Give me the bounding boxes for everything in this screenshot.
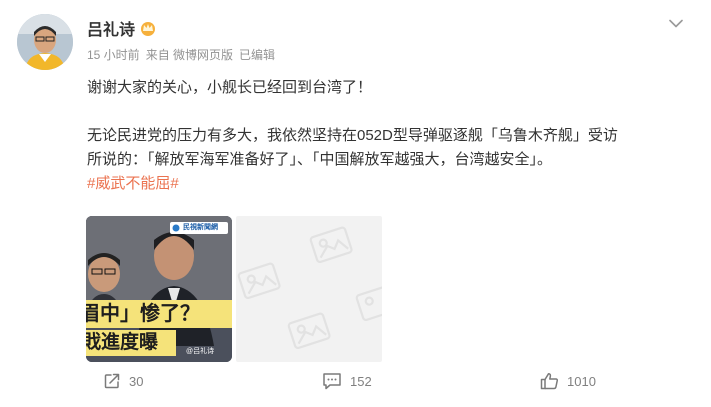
post-content: 谢谢大家的关心，小舰长已经回到台湾了！ 无论民进党的压力有多大，我依然坚持在05… xyxy=(87,76,687,196)
post-source: 来自 微博网页版 xyxy=(145,48,234,62)
image-watermark: @吕礼诗 xyxy=(186,348,215,355)
comment-count: 152 xyxy=(350,373,372,389)
caption-line-1: 眉中」惨了？ xyxy=(86,303,200,325)
avatar-image xyxy=(17,14,73,70)
topic-link[interactable]: #威武不能屈# xyxy=(87,175,179,192)
crown-badge-icon[interactable] xyxy=(139,19,157,37)
action-bar: 30 152 1010 xyxy=(0,372,711,398)
post-edited[interactable]: 已编辑 xyxy=(239,46,275,63)
like-count: 1010 xyxy=(567,373,596,389)
chevron-down-icon xyxy=(669,19,683,27)
post-time[interactable]: 15 小时前 xyxy=(87,46,140,63)
post-text-line: 所说的：「解放军海军准备好了」、「中国解放军越强大，台湾越安全」。 xyxy=(87,151,553,168)
caption-line-2: 戝進度曝 xyxy=(86,332,159,353)
post-text-line: 谢谢大家的关心，小舰长已经回到台湾了！ xyxy=(87,79,373,96)
author-name[interactable]: 吕礼诗 xyxy=(87,16,135,40)
post-text-line: 无论民进党的压力有多大，我依然坚持在052D型导弹驱逐舰「乌鲁木齐舰」受访 xyxy=(87,127,618,144)
author-avatar[interactable] xyxy=(17,14,73,70)
post-image-placeholder[interactable] xyxy=(236,216,382,362)
comment-button[interactable]: 152 xyxy=(322,372,372,390)
repost-icon xyxy=(104,373,120,389)
repost-button[interactable]: 30 xyxy=(103,372,143,390)
post-meta: 15 小时前 来自 微博网页版 已编辑 xyxy=(87,46,275,63)
post-image-thumbnail[interactable]: 民視新聞網 眉中」惨了？ 戝進度曝 @吕礼诗 xyxy=(86,216,232,362)
weibo-post-card: 吕礼诗 15 小时前 来自 微博网页版 已编辑 谢谢大家的关心，小舰长已经回到台… xyxy=(0,0,711,407)
more-options-button[interactable] xyxy=(665,12,687,34)
thumbs-up-icon xyxy=(540,373,559,390)
repost-count: 30 xyxy=(129,373,144,389)
like-button[interactable]: 1010 xyxy=(540,372,596,390)
author-name-row: 吕礼诗 xyxy=(87,16,157,40)
image-placeholder-icon xyxy=(237,226,382,350)
comment-icon xyxy=(323,373,341,390)
news-logo-text: 民視新聞網 xyxy=(183,224,218,231)
